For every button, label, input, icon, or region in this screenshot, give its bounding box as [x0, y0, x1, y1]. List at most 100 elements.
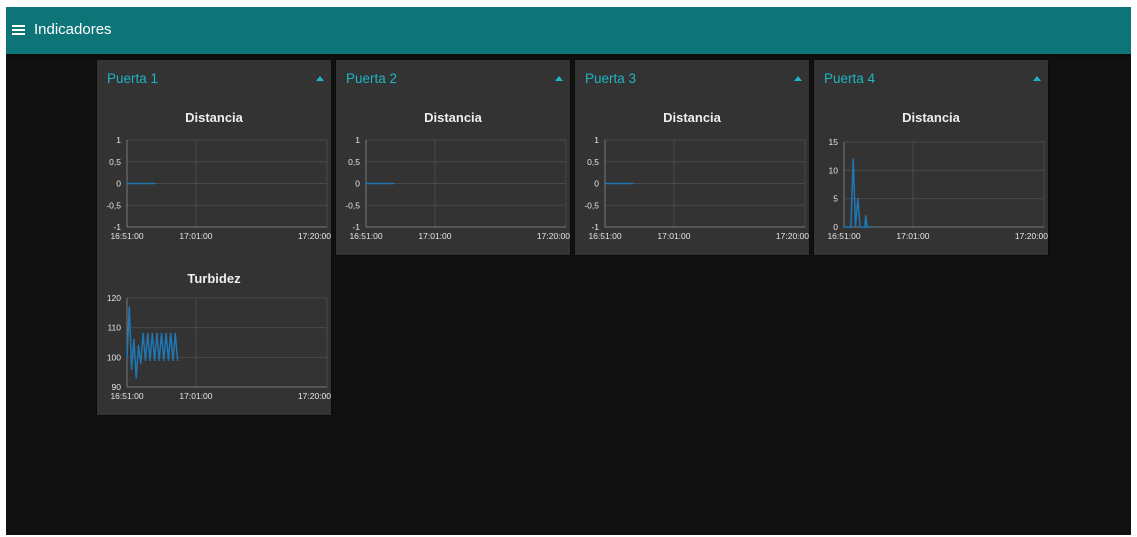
data-point [631, 182, 634, 185]
data-point [863, 226, 866, 228]
x-tick-label: 17:01:00 [179, 391, 212, 401]
group-puerta-2: Puerta 2 Distancia 1 0,5 0 -0,5 -1 16:51:00 17… [336, 60, 570, 255]
chart-distancia-puerta-1: 10,50-0,5-116:51:00 17:01:00 17:20:00 [106, 135, 331, 241]
y-tick-label: 0 [116, 179, 121, 189]
x-tick-label: 17:01:00 [657, 231, 690, 241]
data-point [130, 368, 133, 370]
y-tick-label: -0,5 [345, 200, 360, 210]
data-point [172, 359, 174, 362]
group-title: Puerta 1 [107, 71, 159, 86]
y-tick-label: 0,5 [348, 157, 360, 167]
group-title: Puerta 2 [346, 71, 398, 86]
data-point [870, 226, 873, 228]
data-point [857, 197, 859, 200]
data-point [133, 338, 135, 341]
data-point [160, 332, 163, 335]
data-point [153, 359, 156, 362]
x-tick-label: 16:51:00 [827, 231, 860, 241]
y-tick-label: 5 [833, 194, 838, 204]
group-header-puerta-2[interactable]: Puerta 2 [336, 60, 570, 94]
chart-distancia-puerta-4: 15105016:51:00 17:01:00 17:20:00 [827, 137, 1048, 241]
data-point [392, 182, 395, 185]
data-point [859, 226, 861, 228]
data-point [158, 359, 160, 362]
data-point [843, 226, 845, 228]
data-point [151, 332, 154, 335]
chart-title-distancia: Distancia [185, 110, 243, 125]
y-tick-label: 1 [594, 135, 599, 145]
y-tick-label: 0 [594, 179, 599, 189]
y-tick-label: 0,5 [109, 157, 121, 167]
group-puerta-1: Puerta 1 Distancia 1 0,5 0 -0,5 -1 16:51:00 17… [97, 60, 331, 415]
data-point [866, 226, 868, 228]
data-point [140, 362, 142, 365]
x-tick-label: 16:51:00 [588, 231, 621, 241]
data-point [144, 359, 147, 362]
collapse-up-icon[interactable] [555, 76, 563, 81]
y-tick-label: 100 [107, 352, 121, 362]
y-tick-label: 15 [829, 137, 839, 147]
data-point [126, 182, 128, 185]
series-line-0 [844, 158, 872, 228]
x-tick-label: 17:01:00 [179, 231, 212, 241]
data-point [149, 359, 151, 362]
chart-title-distancia: Distancia [424, 110, 482, 125]
group-header-puerta-4[interactable]: Puerta 4 [814, 60, 1048, 94]
y-tick-label: 10 [829, 165, 839, 175]
data-point [163, 359, 165, 362]
data-point [852, 158, 854, 160]
chart-distancia-puerta-2: 10,50-0,5-116:51:00 17:01:00 17:20:00 [345, 135, 570, 241]
data-point [169, 332, 172, 335]
data-point [126, 356, 128, 359]
group-title: Puerta 4 [824, 71, 876, 86]
x-tick-label: 17:20:00 [1015, 231, 1048, 241]
data-point [137, 344, 140, 347]
x-tick-label: 17:20:00 [298, 391, 331, 401]
chart-title-turbidez: Turbidez [187, 271, 241, 286]
y-tick-label: -0,5 [106, 200, 121, 210]
x-tick-label: 17:01:00 [896, 231, 929, 241]
data-point [135, 377, 137, 379]
x-tick-label: 17:20:00 [537, 231, 570, 241]
series-line-0 [126, 306, 179, 379]
group-header-puerta-3[interactable]: Puerta 3 [575, 60, 809, 94]
x-tick-label: 17:20:00 [298, 231, 331, 241]
hamburger-menu-icon[interactable] [12, 24, 25, 36]
collapse-up-icon[interactable] [316, 76, 324, 81]
dashboard-frame: Indicadores Puerta 1 Distancia 1 0,5 0 -0,5… [6, 7, 1131, 535]
y-tick-label: 110 [107, 323, 121, 333]
x-tick-label: 16:51:00 [349, 231, 382, 241]
y-tick-label: -0,5 [584, 200, 599, 210]
collapse-up-icon[interactable] [794, 76, 802, 81]
data-point [142, 332, 144, 335]
data-point [176, 359, 179, 362]
data-point [174, 332, 177, 335]
chart-distancia-puerta-3: 10,50-0,5-116:51:00 17:01:00 17:20:00 [584, 135, 809, 241]
chart-turbidez-puerta-1: 1201101009016:51:00 17:01:00 17:20:00 [107, 293, 331, 401]
y-tick-label: 1 [355, 135, 360, 145]
group-puerta-4: Puerta 4 Distancia 15 10 5 0 16:51:00 17:01:0… [814, 60, 1048, 255]
data-point [153, 182, 156, 185]
x-tick-label: 16:51:00 [110, 391, 143, 401]
top-toolbar: Indicadores [6, 7, 1131, 54]
data-point [854, 226, 857, 228]
group-title: Puerta 3 [585, 71, 637, 86]
data-point [128, 306, 131, 308]
data-point [865, 214, 867, 217]
data-point [165, 332, 167, 335]
y-tick-label: 120 [107, 293, 121, 303]
data-point [850, 226, 852, 228]
data-point [146, 332, 149, 335]
app-title: Indicadores [34, 21, 112, 38]
chart-title-distancia: Distancia [902, 110, 960, 125]
y-tick-label: 0 [355, 179, 360, 189]
y-tick-label: 1 [116, 135, 121, 145]
y-tick-label: 0,5 [587, 157, 599, 167]
data-point [604, 182, 606, 185]
x-tick-label: 17:20:00 [776, 231, 809, 241]
group-header-puerta-1[interactable]: Puerta 1 [97, 60, 331, 94]
x-tick-label: 17:01:00 [418, 231, 451, 241]
collapse-up-icon[interactable] [1033, 76, 1041, 81]
x-tick-label: 16:51:00 [110, 231, 143, 241]
data-point [156, 332, 158, 335]
